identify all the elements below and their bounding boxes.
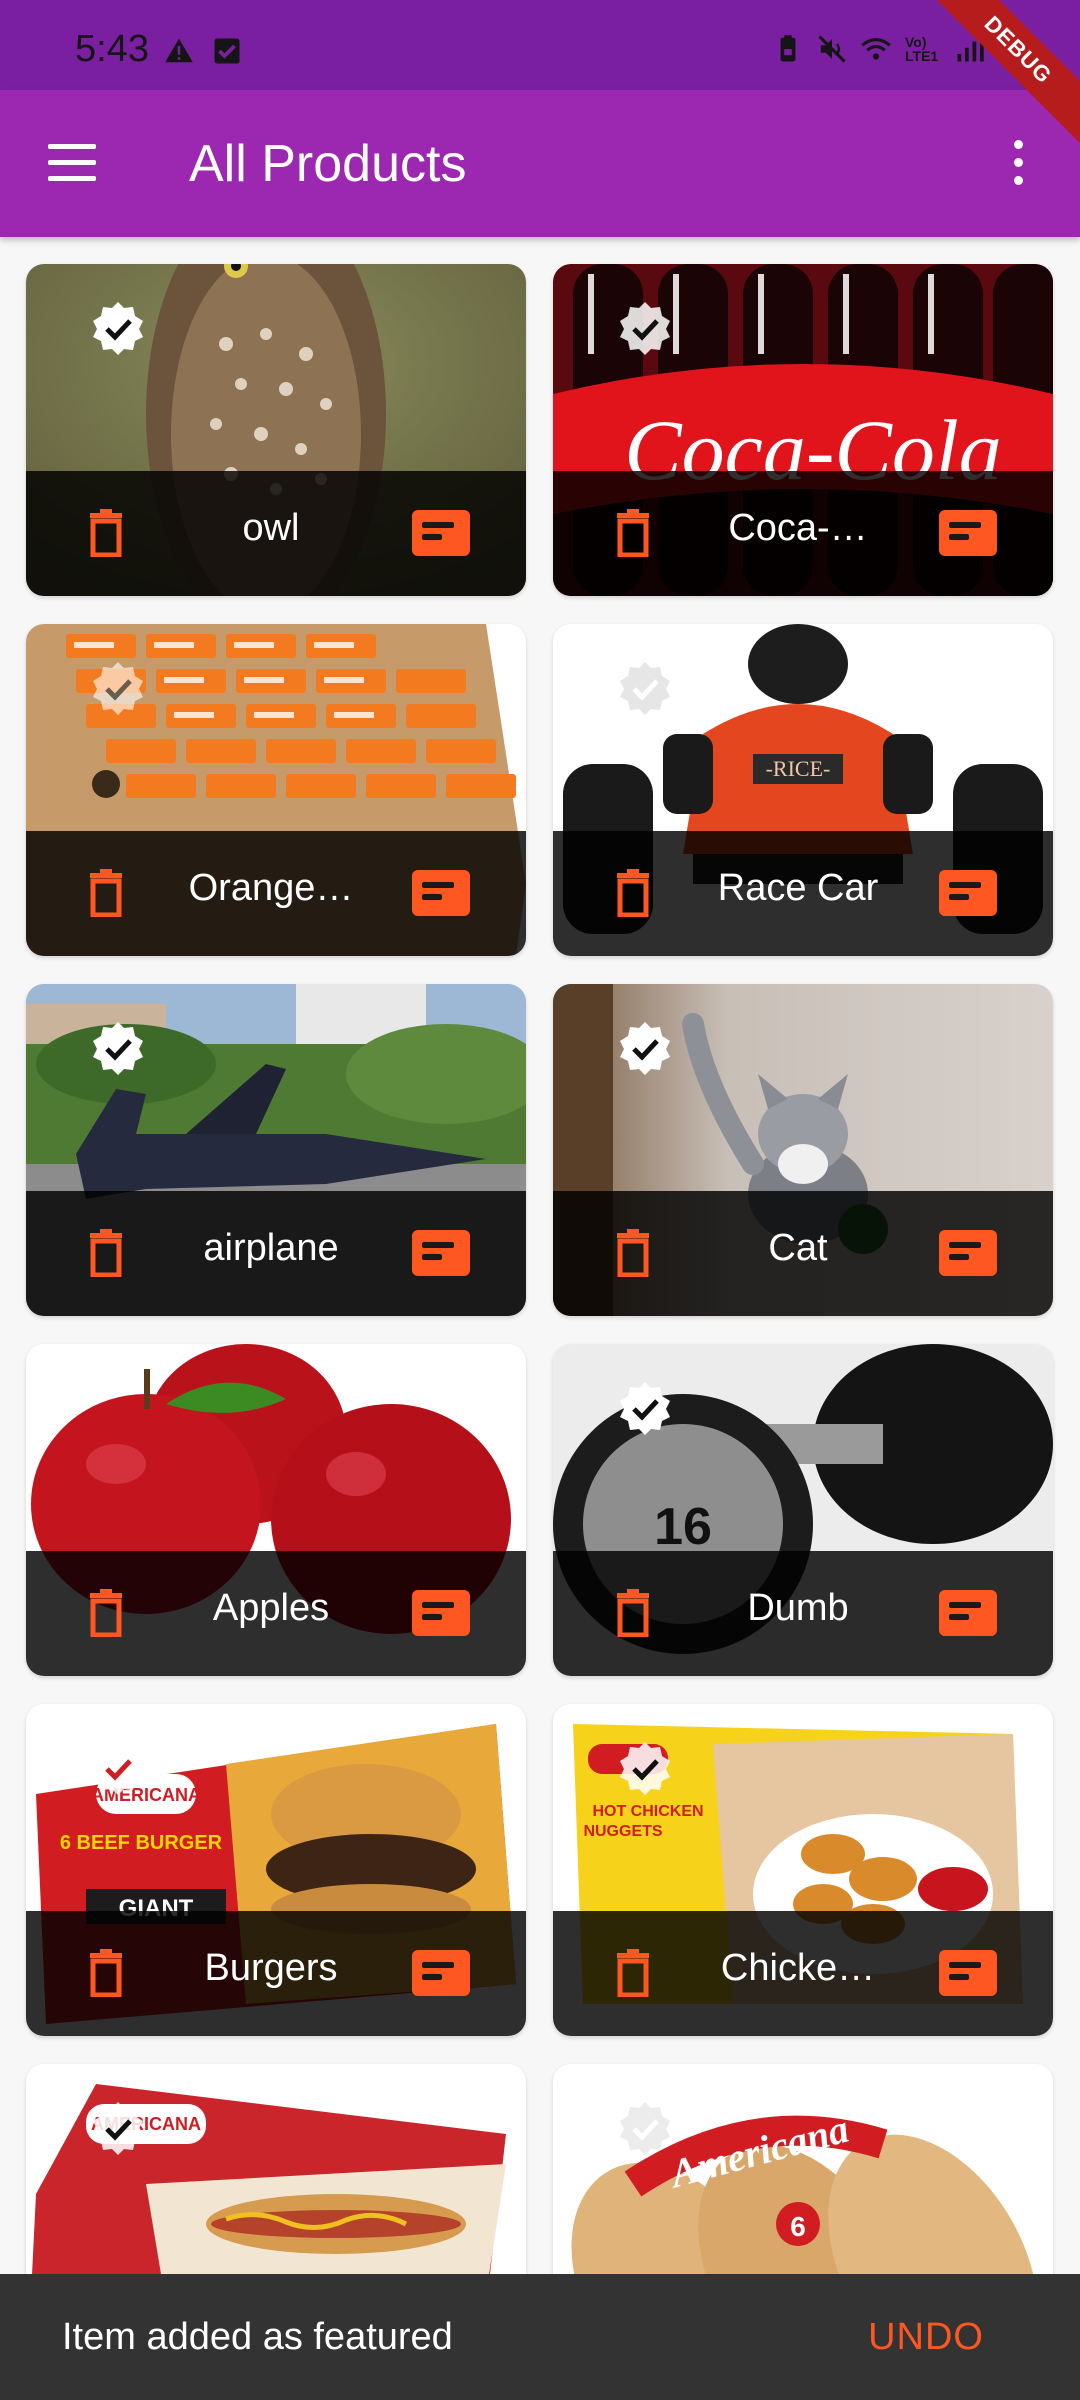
svg-text:6 BEEF BURGER: 6 BEEF BURGER bbox=[60, 1832, 223, 1854]
product-name: Race Car bbox=[717, 867, 879, 909]
check-badge-icon bbox=[93, 662, 143, 715]
product-name: Dumb bbox=[747, 1587, 849, 1629]
card-footer: Coca-… bbox=[553, 471, 1053, 596]
trash-icon[interactable] bbox=[615, 869, 651, 917]
featured-card-icon[interactable] bbox=[412, 870, 470, 916]
hamburger-menu-icon[interactable] bbox=[48, 144, 96, 181]
snackbar-message: Item added as featured bbox=[62, 2316, 453, 2358]
product-card[interactable]: Orange… bbox=[26, 624, 526, 956]
trash-icon[interactable] bbox=[615, 1589, 651, 1637]
mute-icon bbox=[818, 35, 846, 63]
check-badge-icon bbox=[93, 2102, 143, 2155]
trash-icon[interactable] bbox=[88, 1949, 124, 1997]
featured-card-icon[interactable] bbox=[412, 1950, 470, 1996]
featured-card-icon[interactable] bbox=[939, 870, 997, 916]
trash-icon[interactable] bbox=[88, 509, 124, 557]
volte-icon: Vo) LTE1 bbox=[905, 34, 939, 64]
check-badge-icon bbox=[620, 1382, 670, 1435]
product-name: Apples bbox=[212, 1587, 330, 1629]
more-vertical-icon[interactable] bbox=[1008, 140, 1028, 186]
trash-icon[interactable] bbox=[615, 1229, 651, 1277]
featured-card-icon[interactable] bbox=[939, 1590, 997, 1636]
card-footer: Burgers bbox=[26, 1911, 526, 2036]
card-footer: Orange… bbox=[26, 831, 526, 956]
product-name: Chicke… bbox=[720, 1947, 876, 1989]
status-right-icons: Vo) LTE1 bbox=[773, 34, 985, 64]
svg-text:NUGGETS: NUGGETS bbox=[583, 1823, 662, 1840]
card-footer: airplane bbox=[26, 1191, 526, 1316]
svg-text:6: 6 bbox=[790, 2211, 806, 2242]
snackbar: Item added as featured UNDO bbox=[0, 2274, 1080, 2400]
bread-rolls-pack-photo: Americana 6 bbox=[553, 2064, 1053, 2274]
featured-card-icon[interactable] bbox=[939, 1230, 997, 1276]
checkbox-icon bbox=[214, 38, 240, 64]
check-badge-icon bbox=[93, 1022, 143, 1075]
product-name: Burgers bbox=[204, 1947, 338, 1989]
battery-lock-icon bbox=[780, 35, 796, 62]
trash-icon[interactable] bbox=[615, 509, 651, 557]
product-name: Orange… bbox=[188, 867, 354, 909]
card-footer: Cat bbox=[553, 1191, 1053, 1316]
product-card[interactable]: Apples bbox=[26, 1344, 526, 1676]
undo-button[interactable]: UNDO bbox=[868, 2316, 984, 2359]
status-time: 5:43 bbox=[75, 28, 149, 70]
product-card[interactable]: -RICE- Race Car bbox=[553, 624, 1053, 956]
product-name: owl bbox=[242, 507, 300, 549]
card-footer: Chicke… bbox=[553, 1911, 1053, 2036]
trash-icon[interactable] bbox=[88, 1589, 124, 1637]
check-badge-icon bbox=[620, 1022, 670, 1075]
warning-icon bbox=[165, 38, 193, 63]
app-bar: All Products bbox=[0, 90, 1080, 237]
trash-icon[interactable] bbox=[615, 1949, 651, 1997]
status-bar: 5:43 Vo) LTE1 bbox=[0, 0, 1080, 90]
check-badge-icon bbox=[620, 302, 670, 355]
hot-dog-pack-photo: AMERICANA bbox=[26, 2064, 526, 2274]
product-name: Cat bbox=[768, 1227, 828, 1269]
wifi-icon bbox=[861, 38, 891, 60]
card-footer: owl bbox=[26, 471, 526, 596]
product-card[interactable]: Americana 6 bbox=[553, 2064, 1053, 2274]
card-footer: Dumb bbox=[553, 1551, 1053, 1676]
product-card[interactable]: AMERICANA bbox=[26, 2064, 526, 2274]
status-left-icons bbox=[164, 36, 242, 66]
product-name: Coca-… bbox=[728, 507, 868, 549]
check-badge-icon bbox=[93, 302, 143, 355]
product-name: airplane bbox=[203, 1227, 339, 1269]
product-card[interactable]: 16 Dumb bbox=[553, 1344, 1053, 1676]
svg-text:HOT CHICKEN: HOT CHICKEN bbox=[592, 1803, 703, 1820]
check-badge-icon bbox=[620, 662, 670, 715]
featured-card-icon[interactable] bbox=[939, 510, 997, 556]
product-grid: owl Coca-Cola Coca-… Orange… -RICE- Race… bbox=[0, 237, 1080, 2274]
check-badge-icon bbox=[620, 1742, 670, 1795]
trash-icon[interactable] bbox=[88, 1229, 124, 1277]
featured-card-icon[interactable] bbox=[412, 1230, 470, 1276]
product-card[interactable]: Coca-Cola Coca-… bbox=[553, 264, 1053, 596]
trash-icon[interactable] bbox=[88, 869, 124, 917]
featured-card-icon[interactable] bbox=[412, 1590, 470, 1636]
product-card[interactable]: Cat bbox=[553, 984, 1053, 1316]
svg-text:16: 16 bbox=[654, 1498, 712, 1556]
featured-card-icon[interactable] bbox=[412, 510, 470, 556]
check-badge-icon bbox=[93, 1742, 143, 1795]
product-card[interactable]: owl bbox=[26, 264, 526, 596]
svg-text:-RICE-: -RICE- bbox=[766, 756, 831, 781]
page-title: All Products bbox=[189, 135, 467, 193]
product-card[interactable]: AMERICANA 6 BEEF BURGER GIANT Burgers bbox=[26, 1704, 526, 2036]
card-footer: Race Car bbox=[553, 831, 1053, 956]
card-footer: Apples bbox=[26, 1551, 526, 1676]
check-badge-icon bbox=[620, 2102, 670, 2155]
featured-card-icon[interactable] bbox=[939, 1950, 997, 1996]
product-card[interactable]: airplane bbox=[26, 984, 526, 1316]
product-card[interactable]: HOT CHICKEN NUGGETS Chicke… bbox=[553, 1704, 1053, 2036]
